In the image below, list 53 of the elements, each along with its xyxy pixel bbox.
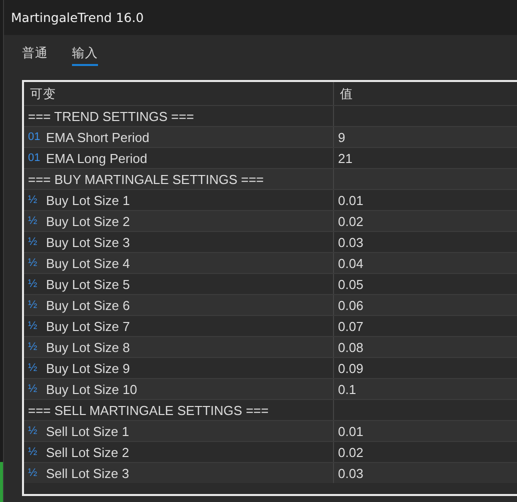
type-icon: ½: [28, 194, 41, 206]
group-heading: === SELL MARTINGALE SETTINGS ===: [28, 402, 269, 418]
parameter-value[interactable]: 0.02: [338, 214, 364, 228]
group-heading: === BUY MARTINGALE SETTINGS ===: [28, 172, 264, 186]
parameter-value[interactable]: 0.01: [338, 424, 364, 438]
type-icon: ½: [28, 341, 41, 353]
parameter-name: Sell Lot Size 3: [46, 466, 130, 480]
window-title: MartingaleTrend 16.0: [11, 10, 144, 25]
parameter-value[interactable]: 0.08: [338, 340, 364, 354]
parameter-name: Sell Lot Size 2: [46, 444, 130, 460]
parameter-value[interactable]: 0.05: [338, 276, 364, 292]
parameter-name: Sell Lot Size 1: [46, 424, 130, 438]
parameter-name: Buy Lot Size 5: [46, 276, 130, 292]
parameter-name: Buy Lot Size 8: [46, 340, 130, 354]
edge-marker: [0, 462, 3, 502]
parameter-name: Buy Lot Size 1: [46, 192, 130, 208]
type-icon: ½: [28, 320, 41, 332]
parameter-name: Buy Lot Size 4: [46, 256, 130, 270]
type-icon: ½: [28, 215, 41, 227]
parameter-name: Buy Lot Size 2: [46, 214, 130, 228]
column-header: 值: [339, 85, 354, 103]
parameter-value[interactable]: 0.1: [338, 382, 356, 396]
type-icon: ½: [28, 278, 41, 290]
type-icon: ½: [28, 383, 41, 395]
type-icon: ½: [28, 236, 41, 248]
type-icon: ½: [28, 257, 41, 269]
parameter-value[interactable]: 0.03: [338, 466, 364, 480]
parameter-value[interactable]: 0.03: [338, 234, 364, 250]
tab[interactable]: 输入: [72, 44, 98, 66]
parameter-value[interactable]: 0.07: [338, 318, 364, 334]
type-icon: ½: [28, 299, 41, 311]
parameter-value[interactable]: 0.04: [338, 256, 364, 270]
type-icon: 01: [28, 131, 41, 143]
tab[interactable]: 普通: [22, 44, 48, 66]
parameter-value[interactable]: 21: [338, 150, 352, 166]
parameter-value[interactable]: 0.01: [338, 192, 364, 208]
type-icon: ½: [28, 425, 41, 437]
parameter-name: Buy Lot Size 9: [46, 360, 130, 376]
group-heading: === TREND SETTINGS ===: [28, 108, 194, 124]
type-icon: ½: [28, 362, 41, 374]
parameter-name: EMA Long Period: [46, 150, 148, 166]
parameter-name: EMA Short Period: [46, 130, 150, 144]
parameter-name: Buy Lot Size 6: [46, 298, 130, 312]
parameter-value[interactable]: 0.06: [338, 298, 364, 312]
type-icon: 01: [28, 152, 41, 164]
parameter-value[interactable]: 0.02: [338, 444, 364, 460]
parameter-value[interactable]: 0.09: [338, 360, 364, 376]
parameter-name: Buy Lot Size 3: [46, 234, 130, 250]
parameter-name: Buy Lot Size 7: [46, 318, 130, 334]
type-icon: ½: [28, 446, 41, 458]
parameter-name: Buy Lot Size 10: [46, 382, 138, 396]
type-icon: ½: [28, 467, 41, 479]
parameter-value[interactable]: 9: [338, 130, 346, 144]
